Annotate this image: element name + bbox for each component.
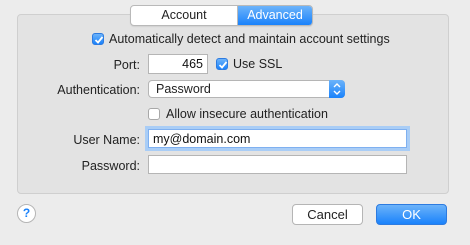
password-field[interactable] [148, 155, 407, 174]
authentication-popup[interactable]: Password [148, 80, 345, 98]
tab-account-information[interactable]: Account Information [131, 6, 238, 25]
tab-advanced[interactable]: Advanced [238, 6, 312, 25]
checkmark-icon [94, 36, 104, 44]
authentication-value: Password [156, 82, 211, 96]
password-label: Password: [81, 159, 140, 173]
help-icon: ? [22, 206, 31, 220]
auto-detect-label: Automatically detect and maintain accoun… [109, 32, 390, 46]
username-field[interactable] [148, 129, 407, 148]
ok-button[interactable]: OK [376, 204, 447, 225]
help-button[interactable]: ? [17, 204, 36, 223]
insecure-auth-checkbox[interactable] [148, 108, 160, 120]
port-label: Port: [113, 58, 140, 72]
authentication-label: Authentication: [57, 83, 140, 97]
checkmark-icon [218, 61, 228, 69]
tab-bar: Account Information Advanced [130, 5, 313, 26]
auto-detect-checkbox[interactable] [92, 33, 104, 45]
insecure-auth-label: Allow insecure authentication [166, 107, 328, 121]
popup-arrows-icon [329, 80, 345, 98]
use-ssl-checkbox[interactable] [216, 58, 228, 70]
username-label: User Name: [73, 133, 140, 147]
use-ssl-label: Use SSL [233, 57, 283, 71]
port-field[interactable] [148, 54, 208, 74]
cancel-button[interactable]: Cancel [292, 204, 363, 225]
